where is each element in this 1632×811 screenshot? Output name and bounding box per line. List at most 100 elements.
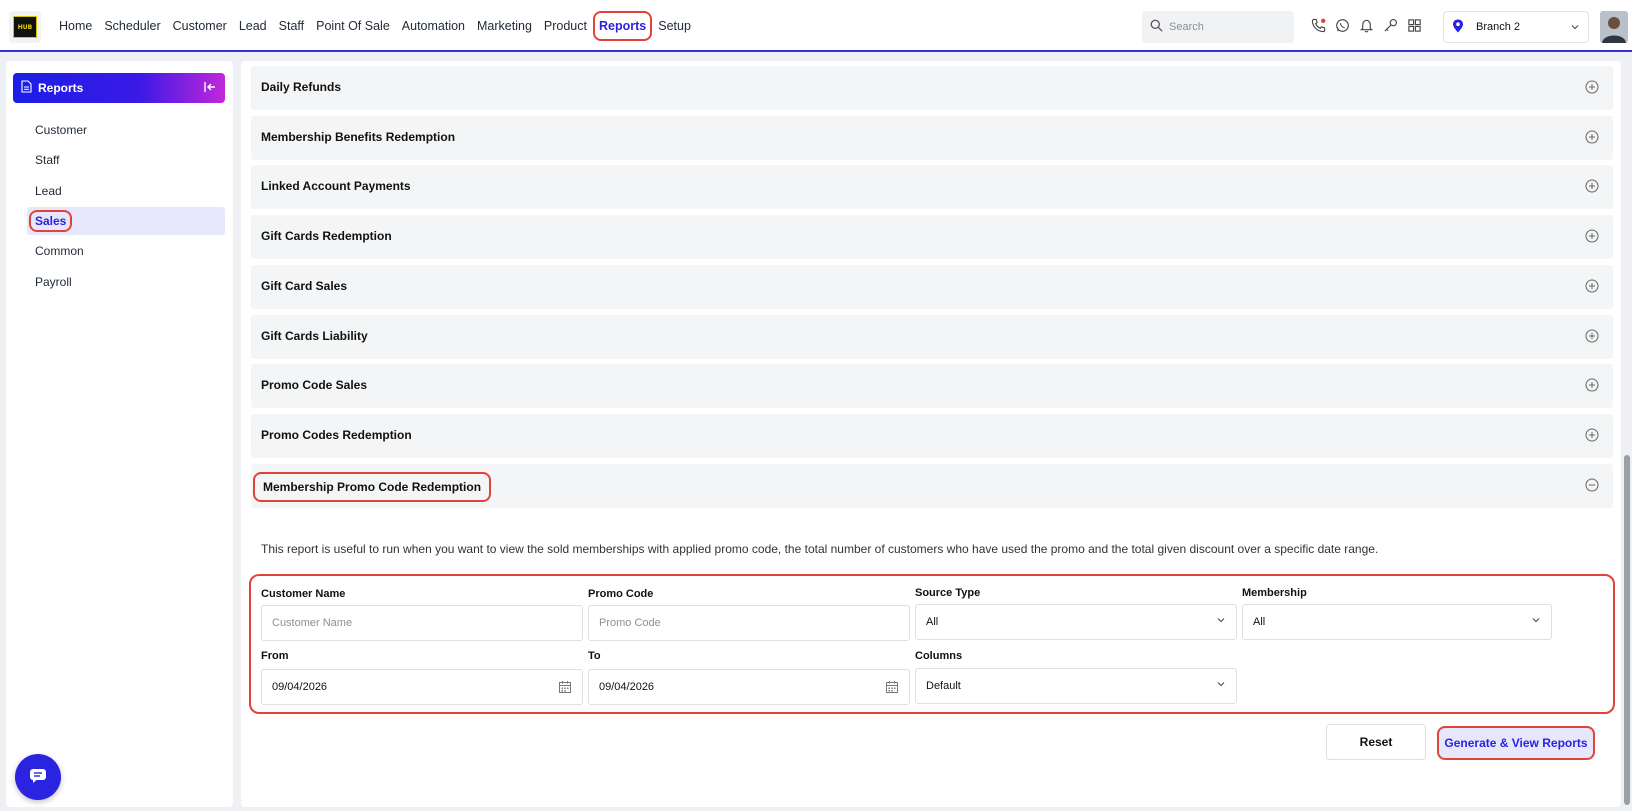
membership-value: All: [1253, 616, 1266, 628]
expand-plus-icon[interactable]: [1585, 229, 1599, 246]
chat-icon: [29, 768, 47, 787]
expand-plus-icon[interactable]: [1585, 428, 1599, 445]
source-type-select[interactable]: All: [915, 604, 1237, 640]
sidebar-title: Reports: [38, 81, 84, 95]
expand-plus-icon[interactable]: [1585, 279, 1599, 296]
chevron-down-icon: [1531, 615, 1541, 628]
location-pin-icon: [1452, 19, 1464, 36]
sidebar-item-label: Payroll: [35, 275, 72, 289]
sidebar-item-label: Sales: [29, 210, 73, 232]
sidebar-item-common[interactable]: Common: [27, 237, 225, 265]
nav-home[interactable]: Home: [53, 11, 98, 41]
nav-marketing[interactable]: Marketing: [471, 11, 538, 41]
calendar-icon[interactable]: [885, 680, 899, 697]
report-filter-form: Customer Name Promo Code Source Type All…: [249, 574, 1615, 714]
columns-label: Columns: [915, 650, 963, 662]
source-type-value: All: [926, 616, 939, 628]
nav-setup[interactable]: Setup: [652, 11, 697, 41]
nav-staff[interactable]: Staff: [273, 11, 310, 41]
report-accordion-linked-account-payments[interactable]: Linked Account Payments: [251, 165, 1613, 209]
report-title: Promo Code Sales: [261, 378, 368, 392]
search-box[interactable]: [1142, 11, 1294, 43]
phone-icon[interactable]: [1310, 16, 1326, 34]
nav-lead[interactable]: Lead: [233, 11, 273, 41]
collapse-sidebar-icon[interactable]: [203, 80, 217, 97]
expand-plus-icon[interactable]: [1585, 179, 1599, 196]
sidebar-item-staff[interactable]: Staff: [27, 146, 225, 174]
sidebar-item-label: Lead: [35, 184, 62, 198]
expand-plus-icon[interactable]: [1585, 329, 1599, 346]
sidebar-item-customer[interactable]: Customer: [27, 116, 225, 144]
report-accordion-daily-refunds[interactable]: Daily Refunds: [251, 66, 1613, 110]
report-title: Gift Cards Liability: [261, 329, 368, 343]
reports-sidebar: Reports Customer Staff Lead Sales Common…: [6, 61, 233, 807]
search-icon: [1150, 19, 1163, 35]
columns-select[interactable]: Default: [915, 668, 1237, 704]
app-logo[interactable]: HUB: [9, 11, 41, 43]
expand-plus-icon[interactable]: [1585, 378, 1599, 395]
report-title: Promo Codes Redemption: [261, 428, 412, 442]
collapse-minus-icon[interactable]: [1585, 478, 1599, 495]
promo-code-input[interactable]: [599, 617, 869, 629]
nav-reports[interactable]: Reports: [593, 11, 653, 41]
from-date-value: 09/04/2026: [272, 681, 328, 693]
reset-button[interactable]: Reset: [1326, 724, 1426, 760]
chevron-down-icon: [1216, 615, 1226, 628]
membership-select[interactable]: All: [1242, 604, 1552, 640]
branch-label: Branch 2: [1476, 21, 1521, 33]
top-navbar: HUB Home Scheduler Customer Lead Staff P…: [0, 0, 1632, 52]
sidebar-item-lead[interactable]: Lead: [27, 177, 225, 205]
sidebar-header: Reports: [13, 73, 225, 103]
report-doc-icon: [21, 80, 32, 96]
report-title: Gift Cards Redemption: [261, 229, 392, 243]
source-type-label: Source Type: [915, 587, 981, 599]
report-accordion-gift-card-sales[interactable]: Gift Card Sales: [251, 265, 1613, 309]
top-icon-group: [1310, 16, 1422, 34]
generate-view-reports-button[interactable]: Generate & View Reports: [1437, 726, 1595, 760]
nav-point-of-sale[interactable]: Point Of Sale: [310, 11, 396, 41]
report-accordion-promo-codes-redemption[interactable]: Promo Codes Redemption: [251, 414, 1613, 458]
whatsapp-icon[interactable]: [1334, 16, 1350, 34]
sidebar-item-payroll[interactable]: Payroll: [27, 268, 225, 296]
from-date-field[interactable]: 09/04/2026: [261, 669, 583, 705]
nav-automation[interactable]: Automation: [396, 11, 471, 41]
report-accordion-gift-cards-redemption[interactable]: Gift Cards Redemption: [251, 215, 1613, 259]
nav-product[interactable]: Product: [538, 11, 593, 41]
promo-code-label: Promo Code: [588, 588, 654, 600]
report-title: Membership Promo Code Redemption: [253, 472, 492, 502]
user-avatar[interactable]: [1600, 11, 1628, 43]
to-date-value: 09/04/2026: [599, 681, 655, 693]
grid-icon[interactable]: [1406, 16, 1422, 34]
report-title: Linked Account Payments: [261, 179, 411, 193]
to-date-field[interactable]: 09/04/2026: [588, 669, 910, 705]
report-accordion-membership-benefits-redemption[interactable]: Membership Benefits Redemption: [251, 116, 1613, 160]
to-date-label: To: [588, 650, 601, 662]
customer-name-label: Customer Name: [261, 588, 346, 600]
report-accordion-gift-cards-liability[interactable]: Gift Cards Liability: [251, 315, 1613, 359]
customer-name-input[interactable]: [272, 617, 542, 629]
sidebar-item-sales[interactable]: Sales: [27, 207, 225, 235]
nav-customer[interactable]: Customer: [167, 11, 233, 41]
promo-code-field[interactable]: [588, 605, 910, 641]
expand-plus-icon[interactable]: [1585, 130, 1599, 147]
from-date-label: From: [261, 650, 289, 662]
chevron-down-icon: [1570, 21, 1580, 35]
logo-text: HUB: [17, 23, 33, 31]
key-icon[interactable]: [1382, 16, 1398, 34]
chat-support-button[interactable]: [15, 754, 61, 800]
branch-selector[interactable]: Branch 2: [1443, 11, 1589, 43]
report-title: Membership Benefits Redemption: [261, 130, 456, 144]
customer-name-field[interactable]: [261, 605, 583, 641]
nav-scheduler[interactable]: Scheduler: [98, 11, 166, 41]
membership-label: Membership: [1242, 587, 1307, 599]
chevron-down-icon: [1216, 679, 1226, 692]
report-accordion-promo-code-sales[interactable]: Promo Code Sales: [251, 364, 1613, 408]
report-accordion-membership-promo-code-redemption[interactable]: Membership Promo Code Redemption: [251, 464, 1613, 508]
search-input[interactable]: [1169, 21, 1289, 33]
calendar-icon[interactable]: [558, 680, 572, 697]
expand-plus-icon[interactable]: [1585, 80, 1599, 97]
report-description: This report is useful to run when you wa…: [261, 542, 1379, 556]
page-scrollbar[interactable]: [1624, 455, 1630, 805]
sidebar-item-label: Customer: [35, 123, 88, 137]
bell-icon[interactable]: [1358, 16, 1374, 34]
